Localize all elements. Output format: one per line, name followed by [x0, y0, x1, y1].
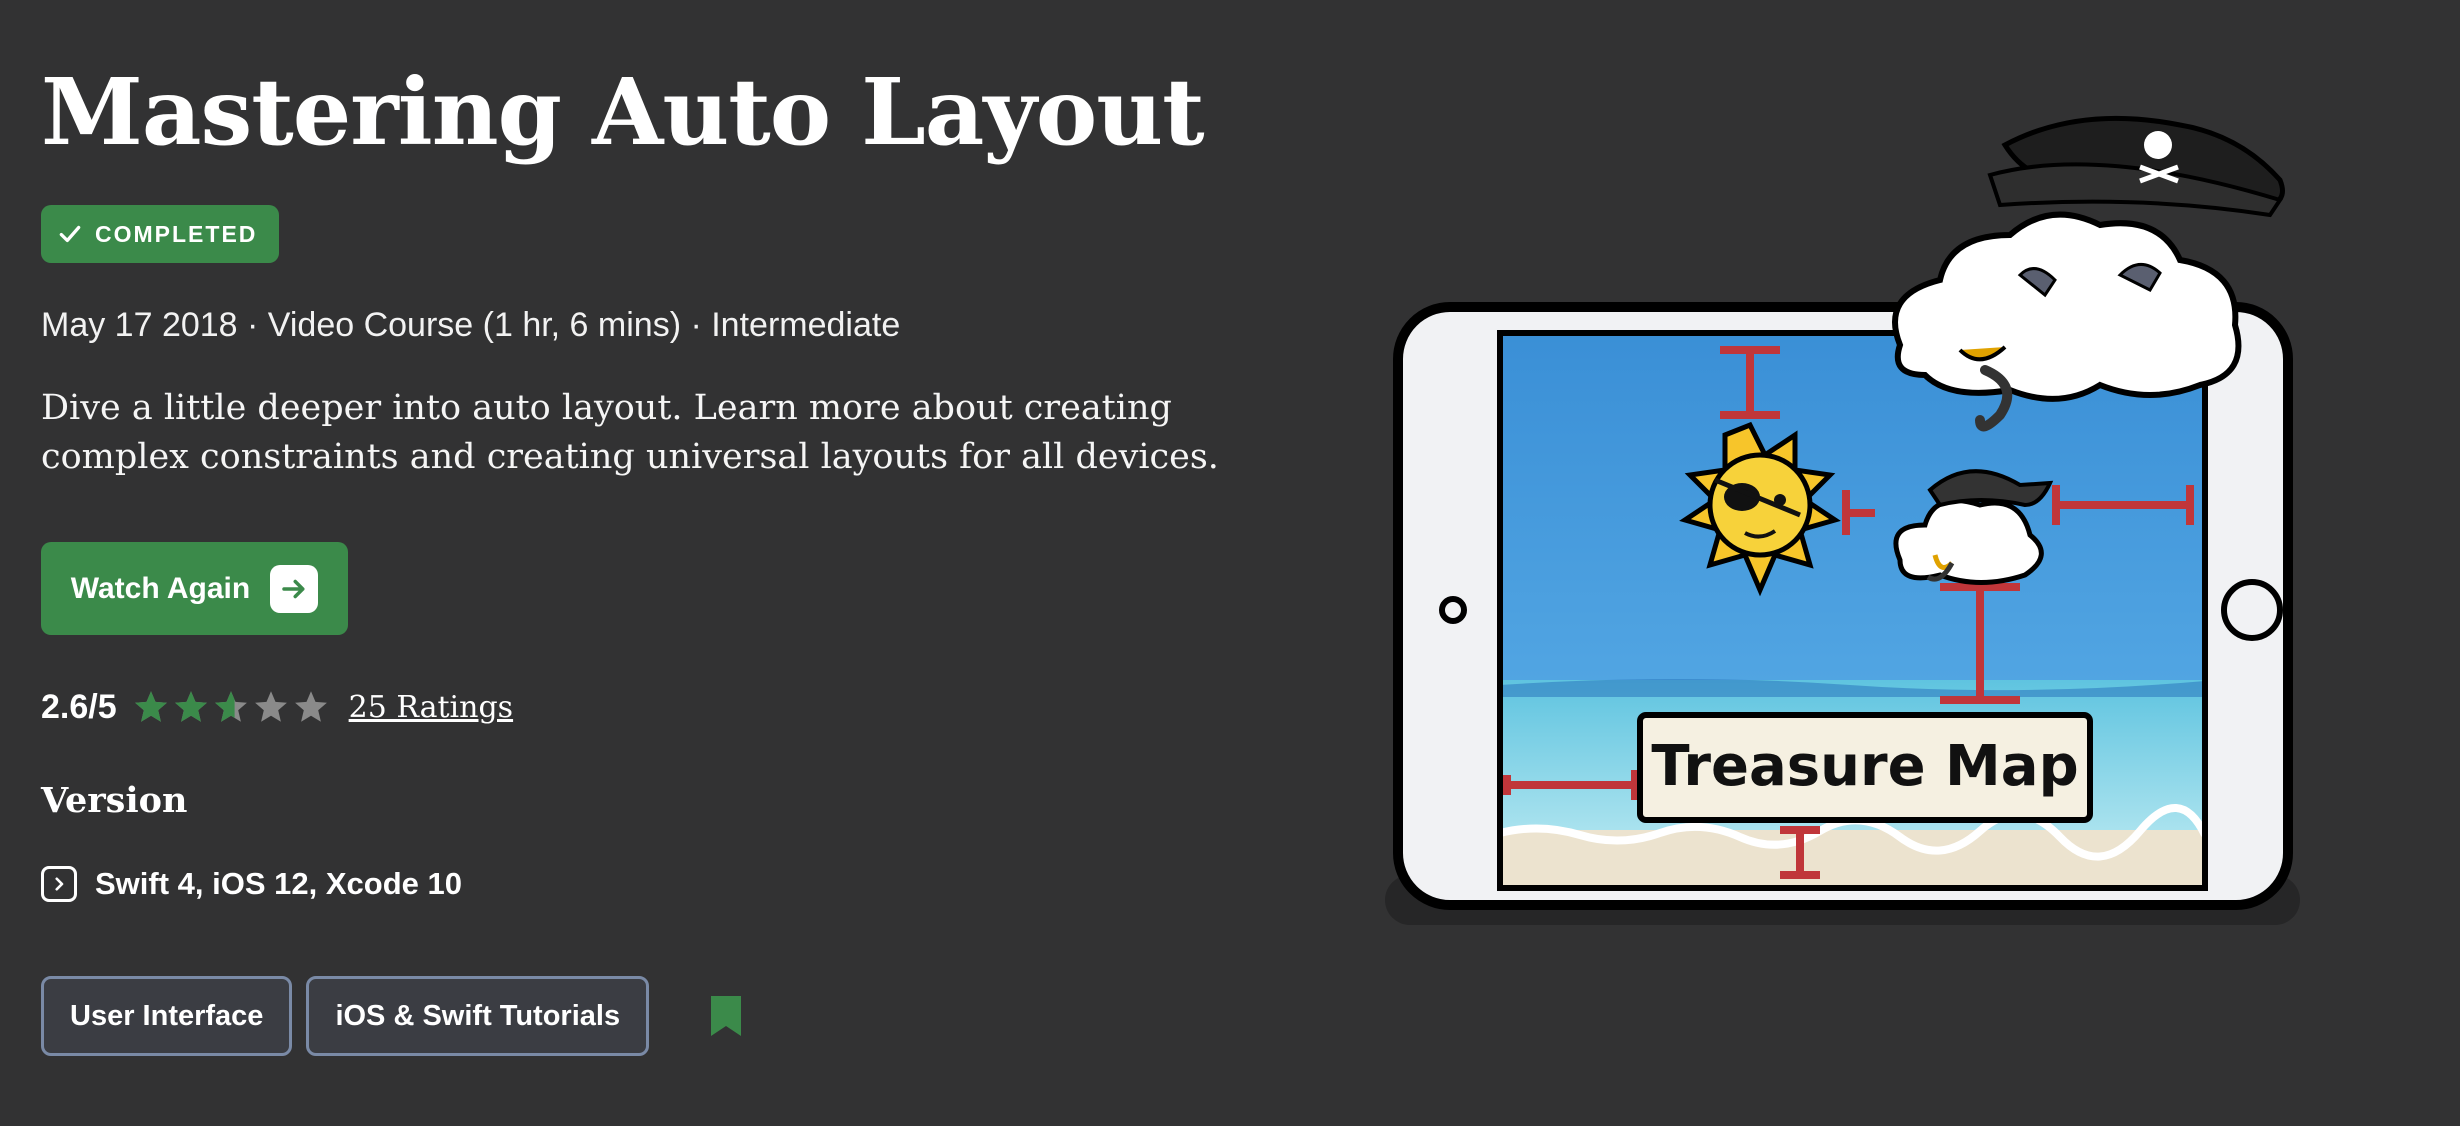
page-title: Mastering Auto Layout	[41, 58, 1205, 166]
star-icon	[294, 691, 327, 722]
version-heading: Version	[41, 780, 188, 821]
rating: 2.6/5 25 Ratings	[41, 680, 513, 734]
arrow-right-icon	[270, 564, 319, 613]
treasure-map-sign: Treasure Map	[1637, 712, 2093, 823]
tag-user-interface[interactable]: User Interface	[41, 976, 293, 1056]
version-row: Swift 4, iOS 12, Xcode 10	[41, 862, 462, 906]
tag-ios-swift-tutorials[interactable]: iOS & Swift Tutorials	[306, 976, 650, 1056]
bookmark-icon[interactable]	[711, 996, 742, 1036]
rating-stars	[133, 689, 329, 725]
star-icon	[254, 691, 287, 722]
course-meta: May 17 2018 · Video Course (1 hr, 6 mins…	[41, 306, 901, 344]
ratings-count-link[interactable]: 25 Ratings	[349, 690, 513, 725]
watch-again-label: Watch Again	[70, 571, 251, 605]
version-text: Swift 4, iOS 12, Xcode 10	[95, 866, 462, 901]
chevron-right-icon	[41, 866, 77, 902]
watch-again-button[interactable]: Watch Again	[41, 542, 348, 635]
sign-text: Treasure Map	[1651, 734, 2078, 799]
status-badge: COMPLETED	[41, 205, 280, 263]
rating-score: 2.6/5	[41, 687, 117, 726]
course-illustration: Treasure Map	[1385, 115, 2300, 925]
status-badge-label: COMPLETED	[95, 220, 258, 247]
tag-list: User Interface iOS & Swift Tutorials	[41, 976, 742, 1056]
star-icon	[214, 691, 247, 722]
star-icon	[174, 691, 207, 722]
star-icon	[134, 691, 167, 722]
check-icon	[59, 225, 81, 243]
course-description: Dive a little deeper into auto layout. L…	[41, 388, 1219, 477]
